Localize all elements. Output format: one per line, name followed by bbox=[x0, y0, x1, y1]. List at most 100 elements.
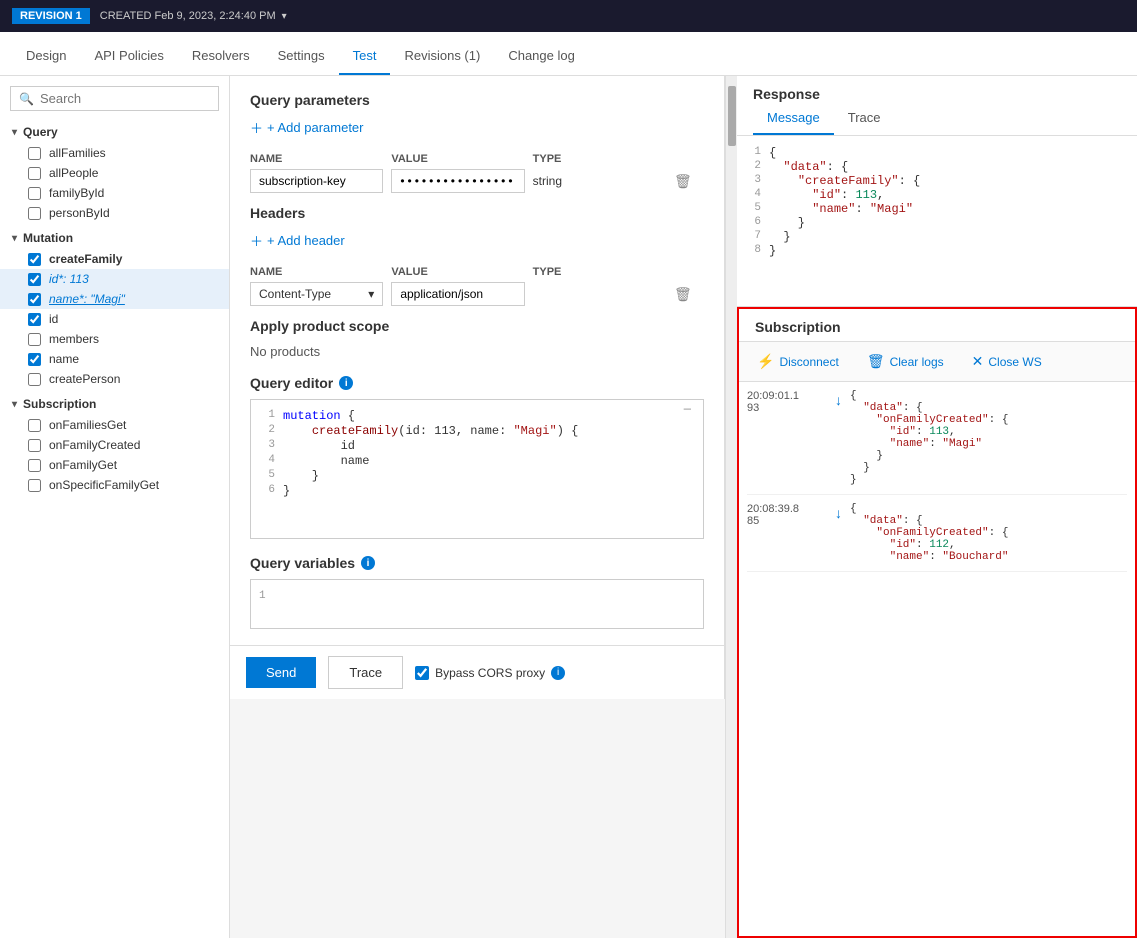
log-time-val-1: 20:08:39.8 bbox=[747, 503, 827, 515]
sidebar-item-allPeople[interactable]: allPeople bbox=[0, 163, 229, 183]
sidebar-item-createPerson[interactable]: createPerson bbox=[0, 369, 229, 389]
members-checkbox[interactable] bbox=[28, 333, 41, 346]
response-tab-message[interactable]: Message bbox=[753, 102, 834, 135]
search-box[interactable]: 🔍 bbox=[10, 86, 219, 111]
sidebar-item-personById[interactable]: personById bbox=[0, 203, 229, 223]
bypass-cors-section: Bypass CORS proxy i bbox=[415, 666, 565, 680]
search-input[interactable] bbox=[40, 91, 210, 106]
sidebar-item-familyById[interactable]: familyById bbox=[0, 183, 229, 203]
params-col-name: NAME bbox=[250, 153, 383, 165]
sidebar-item-onSpecificFamilyGet[interactable]: onSpecificFamilyGet bbox=[0, 475, 229, 495]
name-magi-checkbox[interactable] bbox=[28, 293, 41, 306]
createFamily-checkbox[interactable] bbox=[28, 253, 41, 266]
sidebar-item-members[interactable]: members bbox=[0, 329, 229, 349]
close-ws-button[interactable]: ✕ Close WS bbox=[966, 350, 1048, 373]
header-value-input[interactable] bbox=[391, 282, 524, 306]
familyById-checkbox[interactable] bbox=[28, 187, 41, 200]
response-title: Response bbox=[737, 76, 1137, 102]
subscription-section-header[interactable]: ▾ Subscription bbox=[0, 393, 229, 415]
tab-settings[interactable]: Settings bbox=[264, 38, 339, 75]
param-value-input[interactable] bbox=[391, 169, 524, 193]
query-editor[interactable]: — 1 mutation { 2 createFamily(id: 113, n… bbox=[250, 399, 704, 539]
sidebar-item-onFamiliesGet[interactable]: onFamiliesGet bbox=[0, 415, 229, 435]
product-scope-title: Apply product scope bbox=[250, 318, 704, 334]
tab-resolvers[interactable]: Resolvers bbox=[178, 38, 264, 75]
header-delete-icon[interactable]: 🗑 bbox=[674, 286, 704, 303]
sidebar-item-id-113[interactable]: id*: 113 bbox=[0, 269, 229, 289]
content-type-select[interactable]: Content-Type ▾ bbox=[250, 282, 383, 306]
scrollbar-thumb[interactable] bbox=[728, 86, 736, 146]
onFamiliesGet-checkbox[interactable] bbox=[28, 419, 41, 432]
code-line-4: 4 name bbox=[259, 454, 695, 468]
headers-table: NAME VALUE TYPE Content-Type ▾ bbox=[250, 262, 704, 306]
headers-col-headers: NAME VALUE TYPE bbox=[250, 262, 704, 282]
resp-line-6: 6 } bbox=[745, 216, 1129, 230]
sidebar-item-id2[interactable]: id bbox=[0, 309, 229, 329]
createPerson-checkbox[interactable] bbox=[28, 373, 41, 386]
bypass-cors-info-icon[interactable]: i bbox=[551, 666, 565, 680]
allFamilies-checkbox[interactable] bbox=[28, 147, 41, 160]
name2-checkbox[interactable] bbox=[28, 353, 41, 366]
param-delete-icon[interactable]: 🗑 bbox=[674, 173, 704, 190]
center-scroll: Query parameters ＋ + Add parameter NAME … bbox=[230, 76, 724, 645]
right-panel: Response Message Trace 1{ 2 "data": { 3 … bbox=[737, 76, 1137, 938]
sidebar: 🔍 ▾ Query allFamilies allPeople familyBy… bbox=[0, 76, 230, 938]
center-scrollbar[interactable] bbox=[725, 76, 737, 938]
name2-label: name bbox=[49, 352, 79, 366]
tab-changelog[interactable]: Change log bbox=[494, 38, 589, 75]
center-inner: Query parameters ＋ + Add parameter NAME … bbox=[230, 76, 725, 938]
code-line-1: 1 mutation { bbox=[259, 409, 695, 423]
add-header-btn[interactable]: ＋ + Add header bbox=[250, 231, 345, 250]
allPeople-label: allPeople bbox=[49, 166, 98, 180]
query-section-header[interactable]: ▾ Query bbox=[0, 121, 229, 143]
resp-line-2: 2 "data": { bbox=[745, 160, 1129, 174]
query-variables-section: Query variables i 1 bbox=[250, 555, 704, 629]
bypass-cors-checkbox[interactable] bbox=[415, 666, 429, 680]
sidebar-item-name-magi[interactable]: name*: "Magi" bbox=[0, 289, 229, 309]
add-parameter-btn[interactable]: ＋ + Add parameter bbox=[250, 118, 364, 137]
sidebar-item-onFamilyGet[interactable]: onFamilyGet bbox=[0, 455, 229, 475]
onFamilyCreated-checkbox[interactable] bbox=[28, 439, 41, 452]
close-ws-icon: ✕ bbox=[972, 353, 984, 370]
tab-revisions[interactable]: Revisions (1) bbox=[390, 38, 494, 75]
send-button[interactable]: Send bbox=[246, 657, 316, 688]
onFamilyGet-checkbox[interactable] bbox=[28, 459, 41, 472]
id-checkbox[interactable] bbox=[28, 273, 41, 286]
allPeople-checkbox[interactable] bbox=[28, 167, 41, 180]
sidebar-item-name2[interactable]: name bbox=[0, 349, 229, 369]
id2-label: id bbox=[49, 312, 58, 326]
clear-logs-button[interactable]: 🗑 Clear logs bbox=[861, 350, 950, 373]
bypass-cors-label: Bypass CORS proxy bbox=[435, 666, 545, 680]
name-magi-label: name*: "Magi" bbox=[49, 292, 125, 306]
sidebar-item-createFamily[interactable]: createFamily bbox=[0, 249, 229, 269]
revision-badge: REVISION 1 bbox=[12, 8, 90, 24]
tab-test[interactable]: Test bbox=[339, 38, 391, 75]
sidebar-item-allFamilies[interactable]: allFamilies bbox=[0, 143, 229, 163]
chevron-icon[interactable]: ▾ bbox=[282, 11, 287, 22]
headers-col-type: TYPE bbox=[533, 266, 666, 278]
response-tab-trace[interactable]: Trace bbox=[834, 102, 895, 135]
id2-checkbox[interactable] bbox=[28, 313, 41, 326]
editor-collapse-btn[interactable]: — bbox=[684, 402, 691, 416]
query-vars-title-bar: Query variables i bbox=[250, 555, 704, 571]
param-name-input[interactable] bbox=[250, 169, 383, 193]
tab-design[interactable]: Design bbox=[12, 38, 80, 75]
tab-api-policies[interactable]: API Policies bbox=[80, 38, 177, 75]
headers-col-name: NAME bbox=[250, 266, 383, 278]
mutation-label: Mutation bbox=[23, 231, 73, 245]
personById-checkbox[interactable] bbox=[28, 207, 41, 220]
trace-button[interactable]: Trace bbox=[328, 656, 403, 689]
query-params-table: NAME VALUE TYPE string 🗑 bbox=[250, 149, 704, 193]
mutation-section-header[interactable]: ▾ Mutation bbox=[0, 227, 229, 249]
query-editor-info-icon[interactable]: i bbox=[339, 376, 353, 390]
query-vars-info-icon[interactable]: i bbox=[361, 556, 375, 570]
personById-label: personById bbox=[49, 206, 110, 220]
disconnect-button[interactable]: ⚡ Disconnect bbox=[751, 350, 845, 373]
sidebar-item-onFamilyCreated[interactable]: onFamilyCreated bbox=[0, 435, 229, 455]
resp-line-1: 1{ bbox=[745, 146, 1129, 160]
query-vars-editor[interactable]: 1 bbox=[250, 579, 704, 629]
createPerson-label: createPerson bbox=[49, 372, 120, 386]
onSpecificFamilyGet-checkbox[interactable] bbox=[28, 479, 41, 492]
disconnect-label: Disconnect bbox=[779, 355, 838, 369]
code-line-5: 5 } bbox=[259, 469, 695, 483]
